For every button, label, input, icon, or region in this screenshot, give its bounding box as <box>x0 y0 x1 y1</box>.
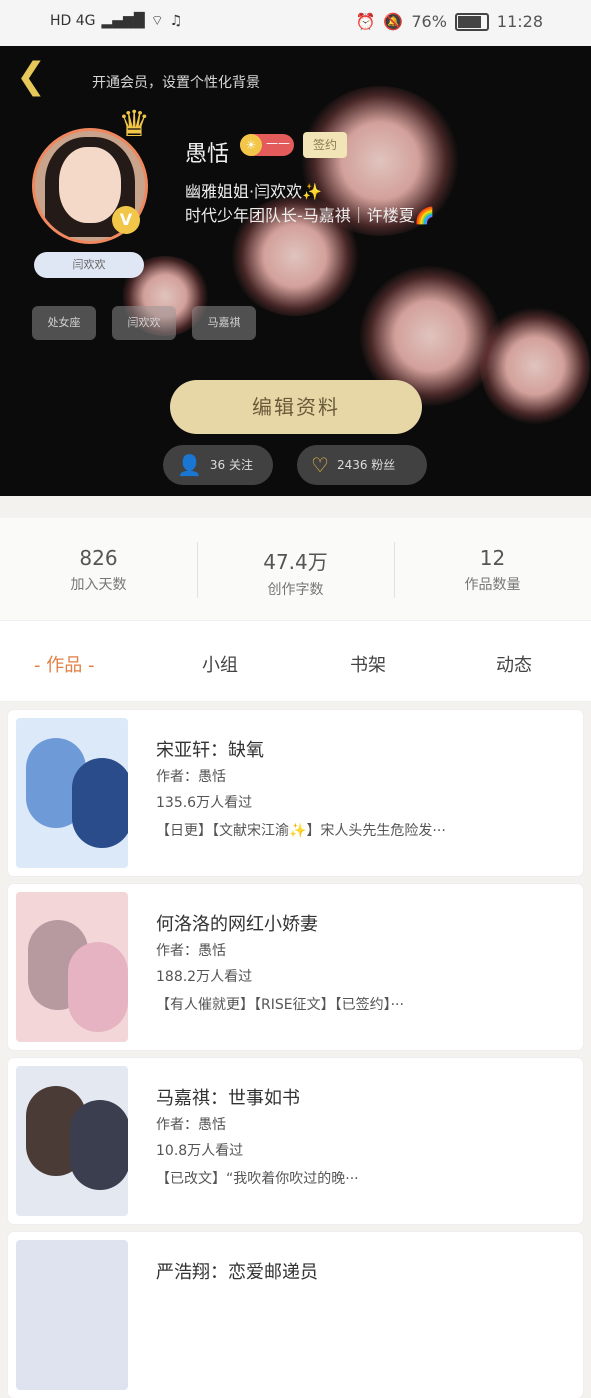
verified-icon: V <box>112 206 140 234</box>
following-button[interactable]: 👤 36 关注 <box>163 445 273 485</box>
vip-tip[interactable]: 开通会员，设置个性化背景 <box>92 72 260 92</box>
work-title: 宋亚轩：缺氧 <box>156 740 264 761</box>
stat-words: 47.4万 创作字数 <box>263 550 328 598</box>
user-add-icon: 👤 <box>177 453 202 477</box>
edit-profile-button[interactable]: 编辑资料 <box>170 380 422 434</box>
tag[interactable]: 处女座 <box>32 306 96 340</box>
work-reads: 10.8万人看过 <box>156 1143 244 1159</box>
work-card[interactable]: 何洛洛的网红小娇妻 作者：愚恬 188.2万人看过 【有人催就更】【RISE征文… <box>8 884 583 1050</box>
back-icon[interactable]: ❮ <box>16 59 46 96</box>
battery-icon <box>454 12 489 31</box>
flower-bg <box>480 306 590 426</box>
tag[interactable]: 马嘉祺 <box>192 306 256 340</box>
work-title: 马嘉祺：世事如书 <box>156 1088 300 1109</box>
likes-button[interactable]: ♡ 2436 粉丝 <box>297 445 427 485</box>
work-reads: 135.6万人看过 <box>156 795 253 811</box>
tag[interactable]: 闫欢欢 <box>112 306 176 340</box>
work-card[interactable]: 严浩翔：恋爱邮递员 <box>8 1232 583 1398</box>
tab-activity[interactable]: 动态 <box>496 651 532 677</box>
book-cover <box>16 718 128 868</box>
tab-works[interactable]: - 作品 - <box>34 651 94 677</box>
signed-badge: 签约 <box>303 132 347 158</box>
username: 愚恬 <box>185 142 230 167</box>
heart-icon: ♡ <box>311 453 329 477</box>
status-bar: HD 4G ▂▄▆█ ⌔ ♫ ⏰ 🔕 76% 11:28 <box>0 0 591 46</box>
book-cover <box>16 1240 128 1390</box>
alarm-icon: ⏰ <box>355 12 376 31</box>
work-title: 何洛洛的网红小娇妻 <box>156 914 318 935</box>
content-tabs: - 作品 - 小组 书架 动态 <box>0 620 591 702</box>
work-card[interactable]: 宋亚轩：缺氧 作者：愚恬 135.6万人看过 【日更】【文献宋江渝✨】宋人头先生… <box>8 710 583 876</box>
tab-groups[interactable]: 小组 <box>202 651 238 677</box>
headphone-icon: ♫ <box>169 13 183 29</box>
book-cover <box>16 892 128 1042</box>
book-cover <box>16 1066 128 1216</box>
likes-label: 2436 粉丝 <box>336 458 396 472</box>
work-title: 严浩翔：恋爱邮递员 <box>156 1262 318 1283</box>
work-reads: 188.2万人看过 <box>156 969 253 985</box>
level-badge: ☀ —— <box>240 134 294 156</box>
work-description: 【日更】【文献宋江渝✨】宋人头先生危险发··· <box>156 823 446 839</box>
wifi-icon: ⌔ <box>150 13 164 29</box>
work-description: 【已改文】“我吹着你吹过的晚··· <box>156 1171 359 1187</box>
stat-works: 12 作品数量 <box>464 546 521 593</box>
signal-icon: ▂▄▆█ <box>101 13 145 29</box>
work-description: 【有人催就更】【RISE征文】【已签约】··· <box>156 997 404 1013</box>
profile-header: ❮ 开通会员，设置个性化背景 ♛ V 闫欢欢 愚恬 ☀ —— 签约 幽雅姐姐·闫… <box>0 46 591 496</box>
work-author: 作者：愚恬 <box>156 1117 226 1133</box>
sun-icon: ☀ <box>240 134 262 156</box>
nickname-tag: 闫欢欢 <box>34 252 144 278</box>
work-author: 作者：愚恬 <box>156 943 226 959</box>
network-indicator: HD 4G <box>50 13 96 29</box>
work-card[interactable]: 马嘉祺：世事如书 作者：愚恬 10.8万人看过 【已改文】“我吹着你吹过的晚··… <box>8 1058 583 1224</box>
crown-icon: ♛ <box>118 104 151 145</box>
battery-percent: 76% <box>411 12 447 31</box>
clock: 11:28 <box>496 12 543 31</box>
bio-line: 时代少年团队长-马嘉祺｜许楼夏🌈 <box>185 206 435 225</box>
stats-strip: 826 加入天数 47.4万 创作字数 12 作品数量 <box>0 518 591 620</box>
work-author: 作者：愚恬 <box>156 769 226 785</box>
tag-list: 处女座 闫欢欢 马嘉祺 <box>32 306 256 340</box>
stat-days: 826 加入天数 <box>70 546 127 593</box>
bio-line: 幽雅姐姐·闫欢欢✨ <box>185 182 323 201</box>
tab-bookshelf[interactable]: 书架 <box>350 651 386 677</box>
following-label: 36 关注 <box>209 458 253 472</box>
mute-icon: 🔕 <box>383 12 404 31</box>
